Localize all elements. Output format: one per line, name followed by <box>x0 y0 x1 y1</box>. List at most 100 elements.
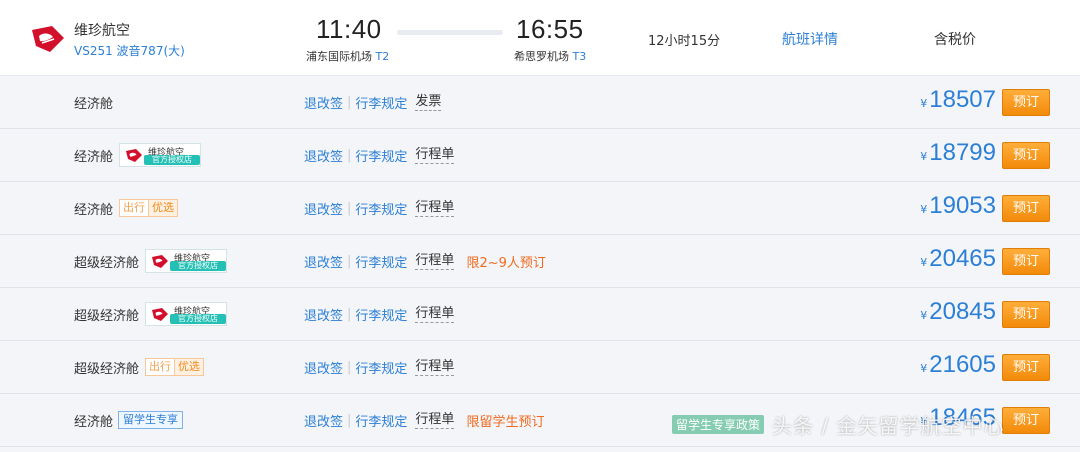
invoice-type[interactable]: 行程单 <box>415 306 455 323</box>
cabin-class: 超级经济舱 <box>74 308 140 324</box>
refund-change-link[interactable]: 退改签 <box>304 252 343 271</box>
book-button[interactable]: 预订 <box>1002 301 1050 328</box>
virgin-logo-icon <box>126 149 143 162</box>
invoice-type[interactable]: 发票 <box>415 94 442 111</box>
departure-airport: 浦东国际机场 T2 <box>306 48 389 64</box>
flight-timeline <box>397 30 503 35</box>
currency-symbol: ¥ <box>920 203 928 216</box>
badge-official-store: 官方授权店 <box>170 314 227 324</box>
fare-links: 退改签 | 行李规定 行程单 限留学生预订 <box>304 394 544 446</box>
preferred-travel-badge: 出行 优选 <box>119 199 179 217</box>
price-amount: 18799 <box>929 139 996 166</box>
baggage-rules-link[interactable]: 行李规定 <box>355 199 407 218</box>
booking-restriction-note: 限2~9人预订 <box>466 255 546 271</box>
refund-change-link[interactable]: 退改签 <box>304 358 343 377</box>
currency-symbol: ¥ <box>920 256 928 269</box>
book-button[interactable]: 预订 <box>1002 195 1050 222</box>
baggage-rules-link[interactable]: 行李规定 <box>355 93 407 112</box>
official-store-badge: 维珍航空 官方授权店 <box>145 249 228 273</box>
refund-change-link[interactable]: 退改签 <box>304 411 343 430</box>
arrival-airport: 希思罗机场 T3 <box>514 48 586 64</box>
book-button[interactable]: 预订 <box>1002 407 1050 434</box>
price-amount: 18465 <box>929 404 996 431</box>
book-button[interactable]: 预订 <box>1002 89 1050 116</box>
fare-row: 超级经济舱 维珍航空 官方授权店 退改签 | 行李规定 行程单 限2~9人预订 … <box>0 235 1080 288</box>
invoice-type[interactable]: 行程单 <box>415 359 455 376</box>
flight-detail-link[interactable]: 航班详情 <box>782 29 838 49</box>
badge-travel: 出行 <box>146 359 175 375</box>
fare-row: 超级经济舱 出行 优选 退改签 | 行李规定 行程单 ¥ 21605 预订 <box>0 341 1080 394</box>
baggage-rules-link[interactable]: 行李规定 <box>355 146 407 165</box>
invoice-type[interactable]: 行程单 <box>415 253 455 270</box>
fare-row: 经济舱 出行 优选 退改签 | 行李规定 行程单 ¥ 19053 预订 <box>0 182 1080 235</box>
arrival-time: 16:55 <box>516 14 584 44</box>
invoice-type[interactable]: 行程单 <box>415 200 455 217</box>
invoice-type[interactable]: 行程单 <box>415 412 455 429</box>
tax-included-price-label: 含税价 <box>934 32 976 48</box>
currency-symbol: ¥ <box>920 309 928 322</box>
fare-row: 经济舱 维珍航空 官方授权店 退改签 | 行李规定 行程单 ¥ 18799 预订 <box>0 129 1080 182</box>
fare-price: ¥ 18465 <box>920 404 996 436</box>
baggage-rules-link[interactable]: 行李规定 <box>355 305 407 324</box>
cabin-cell: 超级经济舱 维珍航空 官方授权店 <box>74 288 228 340</box>
virgin-logo-icon <box>32 26 64 52</box>
arrival-airport-name: 希思罗机场 <box>514 50 569 63</box>
fare-row: 超级经济舱 维珍航空 官方授权店 退改签 | 行李规定 行程单 ¥ 20845 … <box>0 288 1080 341</box>
link-separator: | <box>347 253 352 269</box>
price-amount: 21605 <box>929 351 996 378</box>
currency-symbol: ¥ <box>920 362 928 375</box>
cabin-cell: 超级经济舱 维珍航空 官方授权店 <box>74 235 228 287</box>
official-store-badge: 维珍航空 官方授权店 <box>145 302 228 326</box>
badge-travel: 出行 <box>120 200 149 216</box>
price-amount: 18507 <box>929 86 996 113</box>
flight-duration: 12小时15分 <box>648 34 721 49</box>
refund-change-link[interactable]: 退改签 <box>304 305 343 324</box>
cabin-class: 经济舱 <box>74 96 114 112</box>
badge-preferred: 优选 <box>174 359 204 375</box>
departure-terminal: T2 <box>375 50 390 63</box>
baggage-rules-link[interactable]: 行李规定 <box>355 411 407 430</box>
flight-header: 维珍航空 VS251 波音787(大) 11:40 16:55 浦东国际机场 T… <box>0 0 1080 76</box>
link-separator: | <box>347 94 352 110</box>
fare-links: 退改签 | 行李规定 发票 <box>304 76 442 128</box>
cabin-class: 经济舱 <box>74 414 114 430</box>
cabin-cell: 超级经济舱 出行 优选 <box>74 341 205 393</box>
refund-change-link[interactable]: 退改签 <box>304 146 343 165</box>
fare-price: ¥ 18799 <box>920 139 996 171</box>
refund-change-link[interactable]: 退改签 <box>304 93 343 112</box>
virgin-logo-icon <box>152 255 169 268</box>
baggage-rules-link[interactable]: 行李规定 <box>355 358 407 377</box>
currency-symbol: ¥ <box>920 97 928 110</box>
fare-price: ¥ 19053 <box>920 192 996 224</box>
book-button[interactable]: 预订 <box>1002 248 1050 275</box>
arrival-terminal: T3 <box>572 50 587 63</box>
fare-links: 退改签 | 行李规定 行程单 <box>304 129 455 181</box>
badge-official-store: 官方授权店 <box>170 261 227 271</box>
link-separator: | <box>347 306 352 322</box>
booking-restriction-note: 限留学生预订 <box>466 414 545 430</box>
book-button[interactable]: 预订 <box>1002 354 1050 381</box>
invoice-type[interactable]: 行程单 <box>415 147 455 164</box>
airline-name: 维珍航空 <box>74 23 130 39</box>
student-exclusive-badge: 留学生专享 <box>118 411 184 429</box>
official-store-badge: 维珍航空 官方授权店 <box>119 143 202 167</box>
preferred-travel-badge: 出行 优选 <box>145 358 205 376</box>
book-button[interactable]: 预订 <box>1002 142 1050 169</box>
departure-time: 11:40 <box>316 14 382 44</box>
link-separator: | <box>347 147 352 163</box>
departure-airport-name: 浦东国际机场 <box>306 50 372 63</box>
fare-links: 退改签 | 行李规定 行程单 <box>304 182 455 234</box>
cabin-cell: 经济舱 留学生专享 <box>74 394 184 446</box>
link-separator: | <box>347 412 352 428</box>
baggage-rules-link[interactable]: 行李规定 <box>355 252 407 271</box>
fare-price: ¥ 21605 <box>920 351 996 383</box>
fare-row: 经济舱 退改签 | 行李规定 发票 ¥ 18507 预订 <box>0 76 1080 129</box>
currency-symbol: ¥ <box>920 415 928 428</box>
cabin-class: 经济舱 <box>74 202 114 218</box>
fare-price: ¥ 20845 <box>920 298 996 330</box>
fare-links: 退改签 | 行李规定 行程单 <box>304 288 455 340</box>
price-amount: 20845 <box>929 298 996 325</box>
cabin-class: 超级经济舱 <box>74 361 140 377</box>
refund-change-link[interactable]: 退改签 <box>304 199 343 218</box>
virgin-logo-icon <box>152 308 169 321</box>
